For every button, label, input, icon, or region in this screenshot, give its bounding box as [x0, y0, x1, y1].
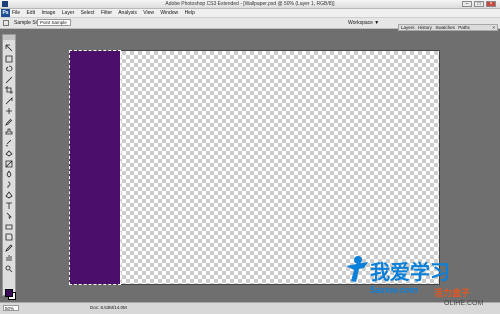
sample-size-select[interactable]: Point Sample	[37, 19, 71, 26]
maximize-button[interactable]: □	[474, 1, 484, 7]
eraser-icon[interactable]	[5, 149, 13, 157]
toolbox-grip[interactable]	[3, 35, 15, 40]
crop-icon[interactable]	[5, 86, 13, 94]
move-icon[interactable]	[5, 44, 13, 52]
history-brush-icon[interactable]	[5, 139, 13, 147]
zoom-level-field[interactable]: 50%	[3, 305, 19, 311]
panel-close-icon[interactable]: ×	[492, 25, 495, 30]
blur-icon[interactable]	[5, 170, 13, 178]
pen-icon[interactable]	[5, 191, 13, 199]
tab-layers[interactable]: Layers	[401, 25, 415, 30]
watermark-brand: OLIHE.COM	[444, 300, 484, 307]
window-title: Adobe Photoshop CS3 Extended - [Wallpape…	[165, 1, 335, 7]
tab-history[interactable]: History	[418, 25, 432, 30]
lasso-icon[interactable]	[5, 65, 13, 73]
type-icon[interactable]	[5, 202, 13, 210]
menu-edit[interactable]: Edit	[26, 10, 35, 16]
menu-items: File Edit Image Layer Select Filter Anal…	[12, 10, 200, 16]
document-canvas[interactable]	[69, 50, 440, 285]
menu-analysis[interactable]: Analysis	[118, 10, 137, 16]
close-button[interactable]: ×	[486, 1, 496, 7]
watermark-tagline: 活力盒子	[434, 289, 471, 299]
watermark-subtitle: 5axxw.com	[370, 285, 418, 295]
document-size-info[interactable]: Doc: 6.53M/14.0M	[90, 305, 127, 310]
marquee-icon[interactable]	[5, 55, 13, 63]
healing-brush-icon[interactable]	[5, 107, 13, 115]
menu-view[interactable]: View	[143, 10, 154, 16]
toolbox	[2, 34, 16, 300]
menu-image[interactable]: Image	[41, 10, 55, 16]
menu-file[interactable]: File	[12, 10, 20, 16]
tab-swatches[interactable]: Swatches	[435, 25, 455, 30]
shape-icon[interactable]	[5, 223, 13, 231]
brush-icon[interactable]	[5, 118, 13, 126]
menu-window[interactable]: Window	[160, 10, 178, 16]
path-selection-icon[interactable]	[5, 212, 13, 220]
title-bar: Adobe Photoshop CS3 Extended - [Wallpape…	[0, 0, 500, 9]
zoom-icon[interactable]	[5, 265, 13, 273]
app-badge: Ps	[1, 9, 10, 17]
tab-paths[interactable]: Paths	[458, 25, 470, 30]
workspace-button[interactable]: Workspace ▼	[348, 20, 379, 26]
watermark-figure-logo	[346, 256, 368, 282]
status-bar: 50% Doc: 6.53M/14.0M	[0, 302, 500, 314]
photoshop-app-icon	[2, 1, 8, 7]
eyedropper-icon[interactable]	[5, 243, 13, 252]
dodge-icon[interactable]	[5, 181, 13, 189]
magic-wand-icon[interactable]	[5, 76, 13, 84]
panel-tab-group: Layers History Swatches Paths ×	[398, 24, 498, 31]
gradient-icon[interactable]	[5, 160, 13, 168]
watermark-title: 我爱学习	[370, 260, 450, 284]
menu-layer[interactable]: Layer	[62, 10, 75, 16]
minimize-button[interactable]: –	[462, 1, 472, 7]
foreground-color-swatch[interactable]	[5, 289, 13, 297]
eyedropper-icon[interactable]	[3, 20, 9, 26]
selection-marquee	[69, 50, 121, 285]
menu-filter[interactable]: Filter	[101, 10, 112, 16]
clone-stamp-icon[interactable]	[5, 128, 13, 136]
hand-icon[interactable]	[5, 254, 13, 262]
notes-icon[interactable]	[5, 233, 13, 241]
menu-select[interactable]: Select	[81, 10, 95, 16]
menu-help[interactable]: Help	[185, 10, 195, 16]
slice-icon[interactable]	[5, 96, 13, 105]
menu-bar: Ps File Edit Image Layer Select Filter A…	[0, 9, 500, 18]
